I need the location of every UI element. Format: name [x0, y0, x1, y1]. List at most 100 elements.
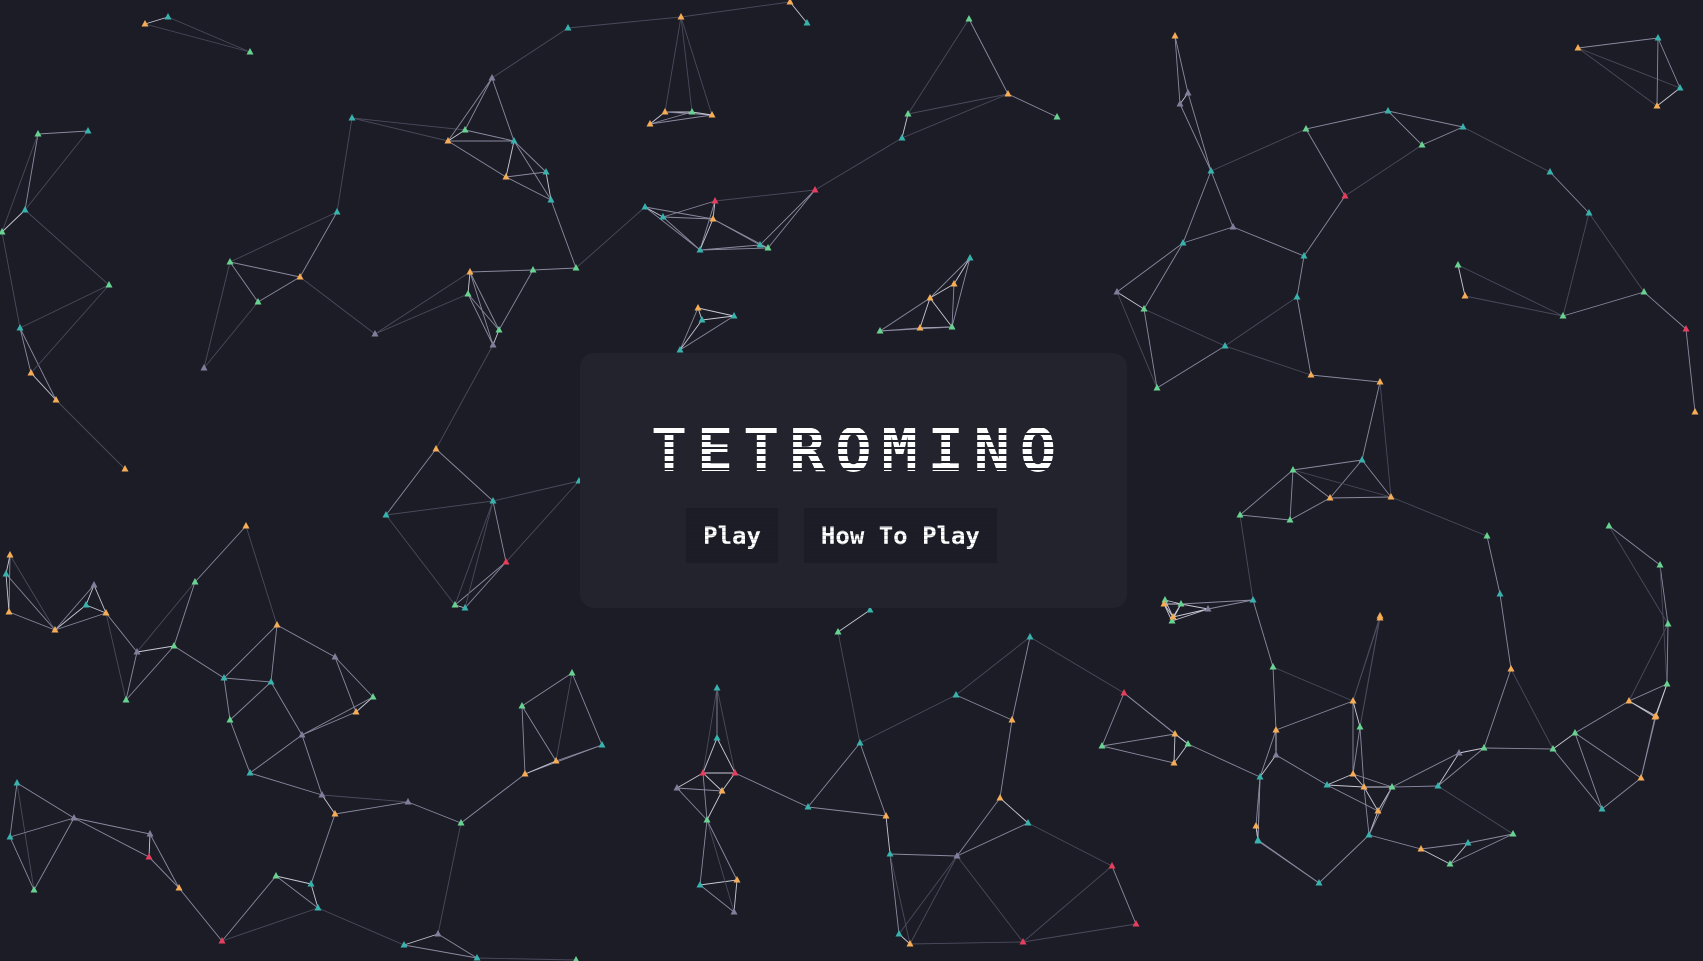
network-link: [1437, 785, 1514, 835]
network-link: [901, 93, 1009, 139]
network-link: [1259, 754, 1277, 778]
network-link: [716, 687, 736, 774]
particle-triangle: [996, 794, 1004, 801]
network-link: [270, 624, 278, 683]
network-link: [1318, 834, 1370, 884]
network-link: [229, 719, 251, 774]
particle-triangle: [1652, 712, 1660, 719]
network-link: [1387, 110, 1464, 128]
network-link: [1577, 37, 1659, 49]
network-link: [1326, 784, 1365, 788]
particle-triangle: [6, 551, 14, 558]
network-link: [859, 742, 887, 817]
particle-triangle: [1171, 32, 1179, 39]
particle-triangle: [13, 779, 21, 786]
particle-triangle: [906, 940, 914, 947]
particle-triangle: [105, 281, 113, 288]
particle-triangle: [1496, 590, 1504, 597]
network-link: [8, 611, 56, 631]
network-link: [1574, 732, 1603, 810]
network-link: [1187, 92, 1212, 172]
network-link: [24, 209, 110, 286]
network-link: [464, 129, 515, 142]
network-link: [1296, 296, 1312, 376]
network-link: [1656, 87, 1681, 107]
particle-triangle: [1480, 744, 1488, 751]
particle-triangle: [876, 327, 884, 334]
network-link: [491, 27, 569, 79]
network-link: [901, 113, 909, 139]
network-link: [476, 957, 577, 961]
network-link: [699, 200, 716, 251]
particle-triangle: [1153, 384, 1161, 391]
particle-triangle: [82, 601, 90, 608]
particle-triangle: [733, 876, 741, 883]
network-link: [907, 18, 970, 115]
network-link: [1182, 226, 1234, 244]
how-to-play-button[interactable]: How To Play: [803, 508, 997, 563]
network-link: [9, 782, 18, 838]
network-link: [249, 734, 303, 774]
particle-triangle: [952, 691, 960, 698]
network-link: [1239, 514, 1291, 521]
network-link: [9, 817, 75, 838]
network-link: [571, 672, 603, 746]
play-button[interactable]: Play: [686, 508, 778, 563]
network-link: [898, 855, 958, 935]
network-link: [505, 171, 547, 178]
network-link: [1391, 752, 1460, 788]
particle-triangle: [1272, 751, 1280, 758]
network-link: [321, 794, 409, 803]
network-link: [229, 211, 338, 263]
network-link: [555, 672, 573, 762]
network-link: [1143, 308, 1226, 347]
particle-triangle: [1356, 723, 1364, 730]
game-screen: TETROMINO Play How To Play: [0, 0, 1703, 961]
network-link: [1640, 715, 1657, 779]
network-link: [680, 1, 791, 18]
network-link: [1574, 732, 1642, 779]
particle-triangle: [30, 886, 38, 893]
network-link: [1296, 255, 1305, 298]
particle-triangle: [1365, 831, 1373, 838]
network-link: [1643, 291, 1687, 330]
network-link: [1275, 754, 1328, 786]
particle-triangle: [1161, 596, 1169, 603]
particle-triangle: [966, 254, 974, 261]
particle-triangle: [1140, 305, 1148, 312]
particle-triangle: [434, 930, 442, 937]
network-link: [837, 609, 871, 633]
particle-triangle: [1549, 745, 1557, 752]
particle-triangle: [1229, 223, 1237, 230]
network-link: [968, 18, 1009, 95]
network-link: [257, 276, 301, 303]
network-link: [859, 694, 957, 744]
network-link: [1111, 865, 1137, 925]
network-link: [1289, 497, 1331, 521]
network-link: [334, 656, 374, 698]
particle-triangle: [529, 266, 537, 273]
network-link: [676, 772, 704, 789]
network-link: [521, 705, 526, 775]
network-link: [814, 137, 903, 191]
network-link: [1390, 496, 1488, 537]
network-link: [1179, 103, 1212, 172]
particle-triangle: [598, 741, 606, 748]
particle-triangle: [1509, 830, 1517, 837]
network-link: [173, 645, 225, 679]
network-link: [1289, 469, 1294, 521]
network-link: [956, 822, 1029, 857]
network-link: [334, 801, 409, 815]
network-link: [407, 801, 462, 824]
network-link: [1224, 345, 1312, 376]
network-link: [19, 327, 32, 374]
network-link: [1326, 773, 1354, 786]
network-link: [310, 813, 336, 885]
network-link: [374, 293, 469, 335]
network-link: [299, 276, 376, 335]
network-link: [1329, 459, 1363, 499]
network-link: [1608, 525, 1669, 625]
particle-triangle: [572, 264, 580, 271]
particle-triangle: [882, 812, 890, 819]
network-link: [1588, 212, 1645, 293]
